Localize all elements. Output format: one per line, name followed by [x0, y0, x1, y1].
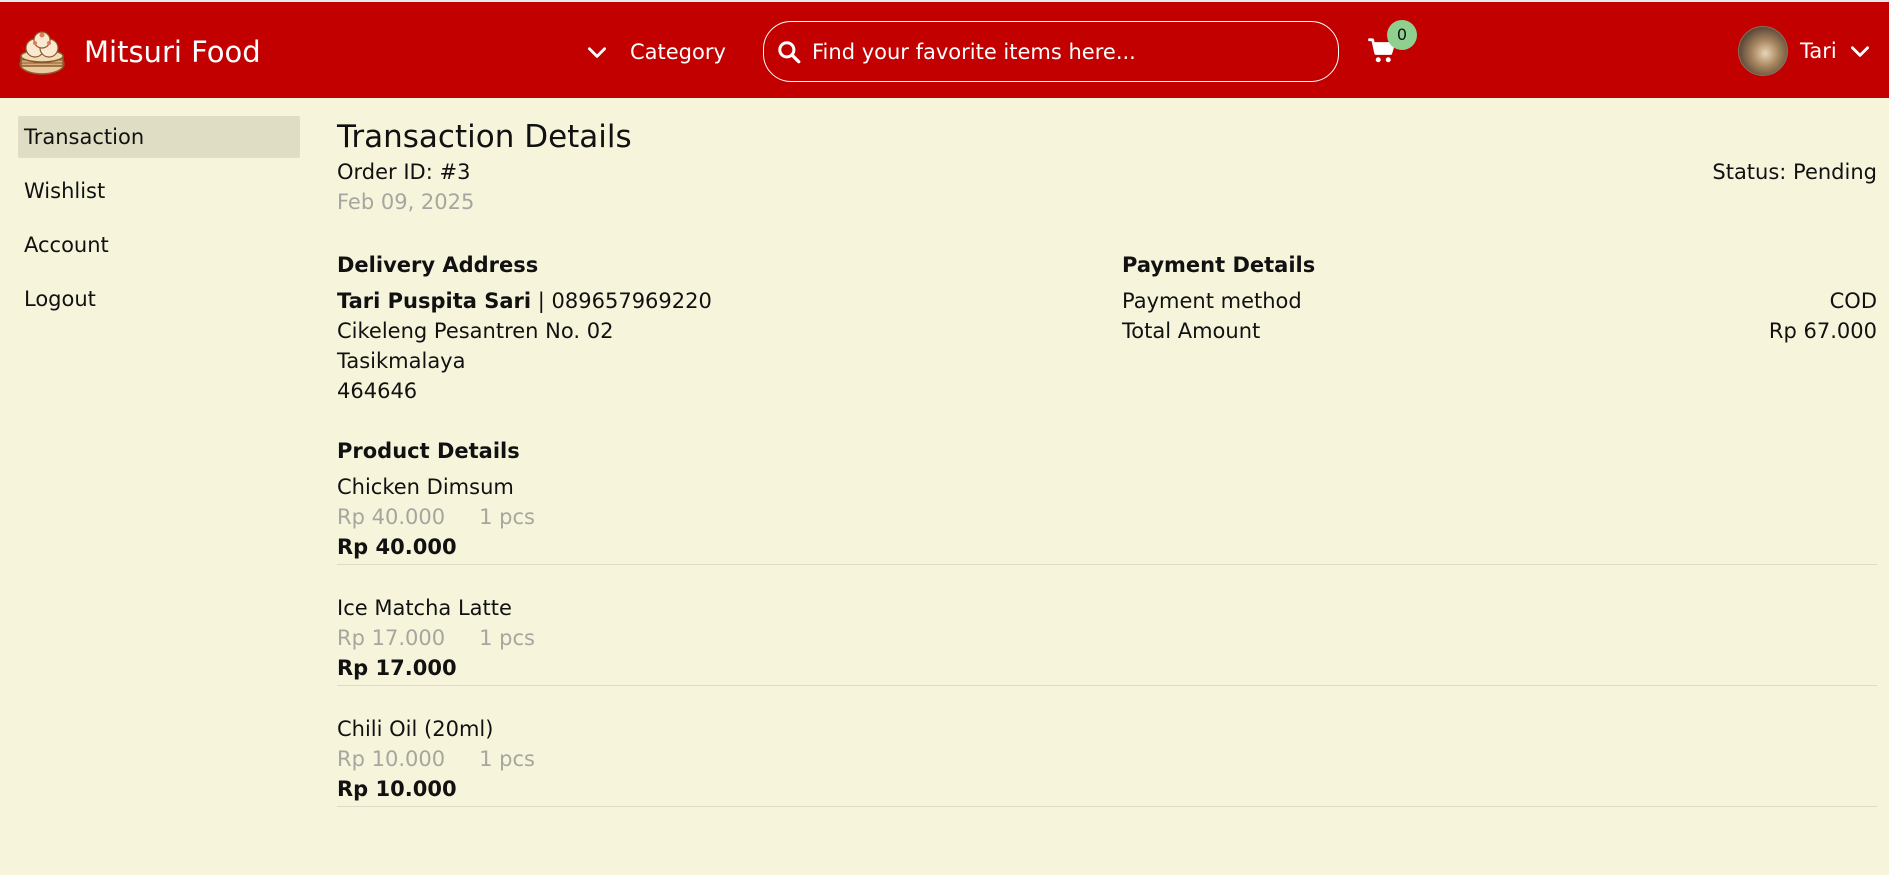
payment-method-label: Payment method: [1122, 289, 1302, 313]
product-item: Ice Matcha Latte Rp 17.000 1 pcs Rp 17.00…: [337, 593, 1877, 686]
product-price: Rp 17.000: [337, 626, 446, 650]
sidebar-item-transaction[interactable]: Transaction: [18, 116, 300, 158]
search-input[interactable]: [812, 39, 1312, 64]
product-meta: Rp 40.000 1 pcs: [337, 502, 1877, 532]
recipient-line: Tari Puspita Sari | 089657969220: [337, 286, 1037, 316]
delivery-heading: Delivery Address: [337, 253, 539, 277]
chevron-down-icon: [588, 47, 606, 58]
order-date: Feb 09, 2025: [337, 190, 475, 214]
search-bar[interactable]: [763, 21, 1339, 82]
delivery-address: Delivery Address Tari Puspita Sari | 089…: [337, 250, 1037, 406]
search-icon: [778, 40, 801, 63]
order-id: Order ID: #3: [337, 160, 471, 184]
recipient-phone: | 089657969220: [531, 289, 712, 313]
category-label: Category: [630, 40, 726, 64]
chevron-down-icon: [1850, 46, 1869, 57]
sidebar: Transaction Wishlist Account Logout: [18, 116, 300, 332]
product-subtotal: Rp 10.000: [337, 777, 457, 801]
payment-details: Payment Details Payment method COD Total…: [1122, 250, 1877, 346]
product-qty: 1 pcs: [479, 626, 535, 650]
status-badge: Status: Pending: [1712, 160, 1877, 184]
address-postal: 464646: [337, 379, 418, 403]
user-name: Tari: [1800, 39, 1837, 63]
product-subtotal: Rp 17.000: [337, 656, 457, 680]
product-subtotal: Rp 40.000: [337, 535, 457, 559]
address-city: Tasikmalaya: [337, 349, 466, 373]
navbar: Mitsuri Food Category 0 Tari: [0, 0, 1889, 98]
product-heading: Product Details: [337, 439, 520, 463]
sidebar-item-account[interactable]: Account: [18, 224, 300, 266]
address-street: Cikeleng Pesantren No. 02: [337, 319, 614, 343]
product-name: Ice Matcha Latte: [337, 596, 512, 620]
payment-method-row: Payment method COD: [1122, 286, 1877, 316]
product-qty: 1 pcs: [479, 505, 535, 529]
product-item: Chili Oil (20ml) Rp 10.000 1 pcs Rp 10.00…: [337, 714, 1877, 807]
product-name: Chili Oil (20ml): [337, 717, 494, 741]
product-meta: Rp 17.000 1 pcs: [337, 623, 1877, 653]
transaction-details: Transaction Details Order ID: #3 Status:…: [337, 116, 1877, 807]
product-meta: Rp 10.000 1 pcs: [337, 744, 1877, 774]
product-name: Chicken Dimsum: [337, 475, 514, 499]
product-details: Product Details Chicken Dimsum Rp 40.000…: [337, 436, 1877, 835]
brand-name: Mitsuri Food: [84, 35, 261, 69]
recipient-name: Tari Puspita Sari: [337, 289, 532, 313]
product-price: Rp 10.000: [337, 747, 446, 771]
user-menu[interactable]: Tari: [1738, 26, 1873, 76]
brand[interactable]: Mitsuri Food: [16, 26, 261, 78]
dimsum-logo-icon: [19, 31, 65, 75]
sidebar-item-logout[interactable]: Logout: [18, 278, 300, 320]
total-amount-row: Total Amount Rp 67.000: [1122, 316, 1877, 346]
payment-heading: Payment Details: [1122, 253, 1316, 277]
total-amount-label: Total Amount: [1122, 319, 1261, 343]
payment-method-value: COD: [1829, 289, 1877, 313]
sidebar-item-wishlist[interactable]: Wishlist: [18, 170, 300, 212]
category-dropdown[interactable]: Category: [584, 32, 726, 72]
page-title: Transaction Details: [337, 119, 632, 155]
product-price: Rp 40.000: [337, 505, 446, 529]
avatar: [1738, 26, 1788, 76]
product-qty: 1 pcs: [479, 747, 535, 771]
product-item: Chicken Dimsum Rp 40.000 1 pcs Rp 40.000: [337, 472, 1877, 565]
total-amount-value: Rp 67.000: [1768, 319, 1877, 343]
cart-count-badge: 0: [1387, 20, 1417, 50]
